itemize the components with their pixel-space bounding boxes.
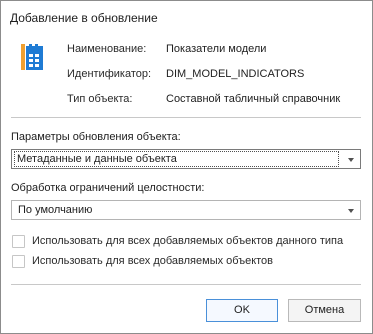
update-params-select[interactable]: Метаданные и данные объекта (11, 149, 361, 169)
cancel-button[interactable]: Отмена (288, 299, 361, 322)
update-params-value: Метаданные и данные объекта (14, 151, 339, 167)
same-type-checkbox[interactable] (12, 235, 25, 248)
chevron-down-icon[interactable] (348, 209, 354, 213)
update-params-label: Параметры обновления объекта: (11, 131, 181, 143)
same-type-checkbox-label[interactable]: Использовать для всех добавляемых объект… (32, 235, 343, 247)
integrity-label: Обработка ограничений целостности: (11, 182, 205, 194)
chevron-down-icon[interactable] (348, 158, 354, 162)
identifier-label: Идентификатор: (67, 68, 152, 80)
dialog-title: Добавление в обновление (10, 11, 158, 25)
all-objects-checkbox[interactable] (12, 255, 25, 268)
name-value: Показатели модели (166, 43, 267, 55)
name-label: Наименование: (67, 43, 147, 55)
object-type-value: Составной табличный справочник (166, 93, 341, 105)
separator (11, 284, 361, 285)
integrity-value: По умолчанию (18, 204, 93, 216)
ok-button[interactable]: OK (206, 299, 278, 322)
integrity-select[interactable]: По умолчанию (11, 200, 361, 220)
separator (11, 117, 361, 118)
table-dictionary-icon (21, 44, 43, 70)
all-objects-checkbox-label[interactable]: Использовать для всех добавляемых объект… (32, 255, 273, 267)
dialog-window: Добавление в обновление Наименование: По… (0, 0, 373, 334)
identifier-value: DIM_MODEL_INDICATORS (166, 68, 305, 80)
object-type-label: Тип объекта: (67, 93, 133, 105)
